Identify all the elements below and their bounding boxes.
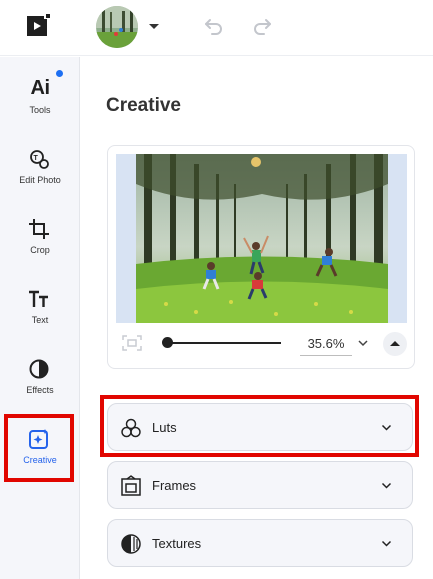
frames-icon xyxy=(121,475,141,496)
sidebar-item-label: Crop xyxy=(30,245,50,255)
image-preview-card: 35.6% xyxy=(107,145,415,369)
page-title: Creative xyxy=(106,95,181,116)
highlight-box xyxy=(4,414,74,482)
undo-icon[interactable] xyxy=(203,16,225,36)
textures-accordion[interactable]: Textures xyxy=(107,519,413,567)
ai-icon: Ai xyxy=(30,77,51,99)
textures-icon xyxy=(121,534,141,554)
edit-photo-icon: T xyxy=(30,150,49,169)
sidebar: Ai Tools T Edit Photo Crop Text Effects xyxy=(0,57,80,579)
sidebar-item-label: Tools xyxy=(29,105,51,115)
text-icon xyxy=(29,290,48,307)
redo-icon[interactable] xyxy=(251,16,273,36)
sidebar-item-label: Edit Photo xyxy=(19,175,61,185)
chevron-down-icon xyxy=(381,482,392,489)
textures-label: Textures xyxy=(152,536,202,551)
collapse-preview-button[interactable] xyxy=(383,332,407,356)
notification-dot xyxy=(56,70,63,77)
crop-icon xyxy=(29,219,49,239)
chevron-down-icon[interactable] xyxy=(146,18,162,34)
sidebar-item-text[interactable]: Text xyxy=(0,267,80,337)
svg-text:T: T xyxy=(34,155,39,162)
sidebar-item-crop[interactable]: Crop xyxy=(0,197,80,267)
chevron-down-icon xyxy=(381,540,392,547)
sidebar-item-tools[interactable]: Ai Tools xyxy=(0,57,80,127)
play-logo-icon[interactable] xyxy=(24,12,52,40)
fit-screen-icon[interactable] xyxy=(122,335,142,351)
sidebar-item-label: Text xyxy=(31,315,49,325)
chevron-down-icon[interactable] xyxy=(357,338,369,348)
preview-image[interactable] xyxy=(136,154,388,323)
avatar[interactable] xyxy=(96,6,138,48)
caret-up-icon xyxy=(390,341,400,346)
frames-label: Frames xyxy=(152,478,197,493)
zoom-slider[interactable] xyxy=(165,342,281,344)
frames-accordion[interactable]: Frames xyxy=(107,461,413,509)
sidebar-item-label: Effects xyxy=(26,385,54,395)
effects-icon xyxy=(29,359,49,379)
zoom-level[interactable]: 35.6% xyxy=(300,332,352,356)
sidebar-item-edit-photo[interactable]: T Edit Photo xyxy=(0,127,80,197)
zoom-slider-handle[interactable] xyxy=(162,337,173,348)
sidebar-item-effects[interactable]: Effects xyxy=(0,337,80,407)
highlight-box xyxy=(100,395,419,457)
top-bar xyxy=(0,0,433,56)
